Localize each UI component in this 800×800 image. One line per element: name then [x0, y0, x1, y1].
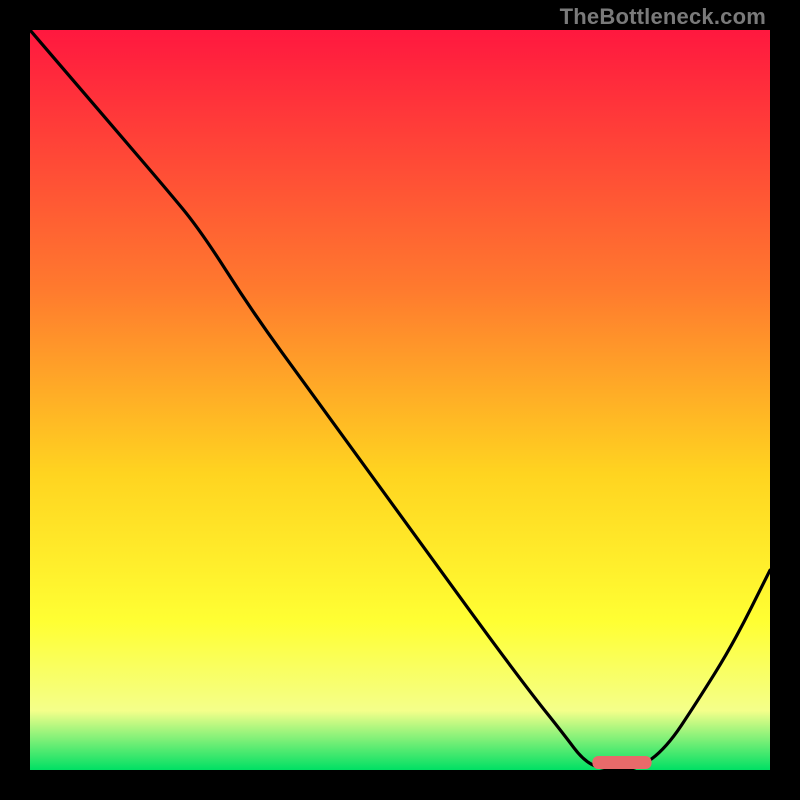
chart-frame [30, 30, 770, 770]
watermark-label: TheBottleneck.com [560, 4, 766, 30]
optimal-range-marker [592, 756, 651, 769]
bottleneck-chart [30, 30, 770, 770]
heat-background [30, 30, 770, 770]
